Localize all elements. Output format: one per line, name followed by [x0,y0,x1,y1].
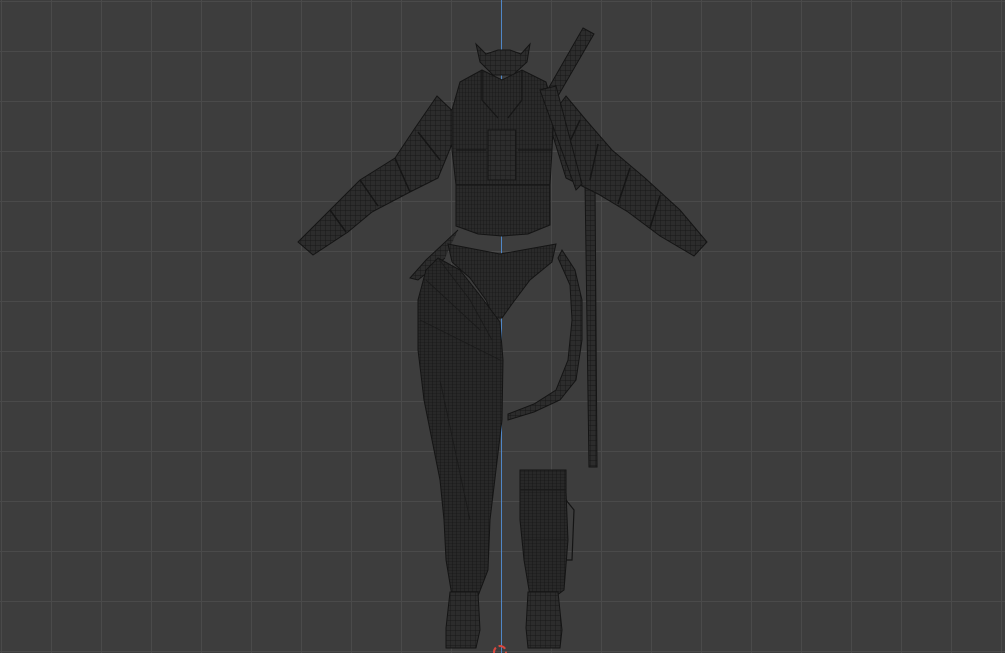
3d-viewport[interactable] [0,0,1005,653]
boot-mesh[interactable] [519,469,575,649]
left-sleeve-mesh[interactable] [297,95,463,256]
3d-cursor-icon[interactable] [493,645,507,653]
character-mesh[interactable] [0,0,1005,653]
leg-mesh[interactable] [417,257,504,649]
